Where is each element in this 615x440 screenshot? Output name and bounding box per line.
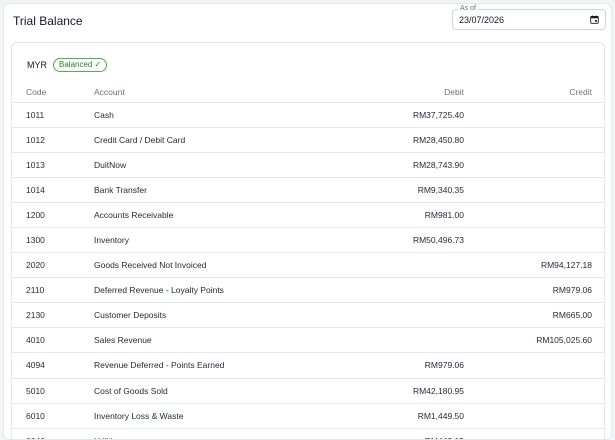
table-row: 2130 Customer Deposits RM665.00 xyxy=(12,302,604,329)
cell-account: Inventory xyxy=(94,227,294,254)
cell-code: 2020 xyxy=(12,252,94,279)
table-row: 4094 Revenue Deferred - Points Earned RM97… xyxy=(12,352,604,379)
cell-debit: RM979.06 xyxy=(294,352,464,379)
cell-code: 1200 xyxy=(12,202,94,228)
table-row: 1014 Bank Transfer RM9,340.35 xyxy=(12,177,604,203)
cell-credit xyxy=(464,152,604,178)
table-row: 6010 Inventory Loss & Waste RM1,449.50 xyxy=(12,403,604,429)
cell-credit: RM665.00 xyxy=(464,302,604,329)
cell-account: Customer Deposits xyxy=(94,302,294,329)
cell-code: 1013 xyxy=(12,152,94,178)
cell-debit: RM28,450.80 xyxy=(294,127,464,153)
trial-balance-page: Trial Balance As of 23/07/2026 MYR Balan… xyxy=(3,3,612,440)
as-of-date-value: 23/07/2026 xyxy=(459,15,505,25)
cell-account: Inventory Loss & Waste xyxy=(94,403,294,429)
page-header: Trial Balance As of 23/07/2026 xyxy=(4,4,611,40)
cell-credit xyxy=(464,378,604,404)
column-header-debit: Debit xyxy=(294,82,464,103)
cell-account: Cost of Goods Sold xyxy=(94,378,294,404)
cell-code: 6010 xyxy=(12,403,94,429)
cell-credit: RM94,127.18 xyxy=(464,252,604,279)
table-row: 1011 Cash RM37,725.40 xyxy=(12,102,604,128)
table-row: 2020 Goods Received Not Invoiced RM94,127.… xyxy=(12,252,604,279)
cell-account: Bank Transfer xyxy=(94,177,294,203)
cell-credit xyxy=(464,102,604,128)
as-of-date-field[interactable]: As of 23/07/2026 xyxy=(452,4,606,30)
check-icon: ✓ xyxy=(94,60,102,69)
cell-credit xyxy=(464,177,604,203)
cell-code: 6040 xyxy=(12,428,94,439)
cell-account: Revenue Deferred - Points Earned xyxy=(94,352,294,379)
cell-debit: RM42,180.95 xyxy=(294,378,464,404)
cell-debit: RM50,496.73 xyxy=(294,227,464,254)
table-row: 1013 DuitNow RM28,743.90 xyxy=(12,152,604,178)
cell-debit: RM37,725.40 xyxy=(294,102,464,128)
cell-credit xyxy=(464,352,604,379)
cell-code: 2110 xyxy=(12,277,94,304)
cell-code: 1014 xyxy=(12,177,94,203)
cell-debit xyxy=(294,302,464,329)
card-header: MYR Balanced ✓ xyxy=(12,43,604,83)
cell-account: Cash xyxy=(94,102,294,128)
table-row: 5010 Cost of Goods Sold RM42,180.95 xyxy=(12,378,604,404)
cell-code: 1011 xyxy=(12,102,94,128)
column-header-credit: Credit xyxy=(464,82,604,103)
status-badge-label: Balanced xyxy=(59,60,93,69)
cell-debit xyxy=(294,277,464,304)
column-header-code: Code xyxy=(12,82,94,103)
cell-code: 4094 xyxy=(12,352,94,379)
cell-debit xyxy=(294,327,464,354)
table-row: 4010 Sales Revenue RM105,025.60 xyxy=(12,327,604,354)
cell-code: 2130 xyxy=(12,302,94,329)
cell-code: 5010 xyxy=(12,378,94,404)
cell-credit xyxy=(464,403,604,429)
cell-debit: RM981.00 xyxy=(294,202,464,228)
cell-credit: RM979.06 xyxy=(464,277,604,304)
cell-credit xyxy=(464,227,604,254)
cell-debit: RM449.15 xyxy=(294,428,464,439)
cell-account: DuitNow xyxy=(94,152,294,178)
cell-account: Deferred Revenue - Loyalty Points xyxy=(94,277,294,304)
cell-credit xyxy=(464,202,604,228)
currency-label: MYR xyxy=(27,60,47,70)
page-title: Trial Balance xyxy=(13,14,83,28)
as-of-label: As of xyxy=(458,4,478,13)
cell-code: 1300 xyxy=(12,227,94,254)
table-row: 1012 Credit Card / Debit Card RM28,450.80 xyxy=(12,127,604,153)
cell-credit xyxy=(464,127,604,153)
table-row: 1200 Accounts Receivable RM981.00 xyxy=(12,202,604,228)
table-row: 6040UtilitiesRM449.15 xyxy=(12,428,604,439)
trial-balance-table: Code Account Debit Credit 1011 Cash RM37,7… xyxy=(12,82,604,439)
cell-account: Utilities xyxy=(94,428,294,439)
table-row: 2110 Deferred Revenue - Loyalty Points RM9… xyxy=(12,277,604,304)
table-header-row: Code Account Debit Credit xyxy=(12,82,604,103)
cell-code: 4010 xyxy=(12,327,94,354)
cell-credit xyxy=(464,428,604,439)
column-header-account: Account xyxy=(94,82,294,103)
trial-balance-card: MYR Balanced ✓ Code Account Debit Credit… xyxy=(11,42,605,439)
status-badge: Balanced ✓ xyxy=(53,58,108,72)
cell-debit: RM1,449.50 xyxy=(294,403,464,429)
cell-credit: RM105,025.60 xyxy=(464,327,604,354)
cell-code: 1012 xyxy=(12,127,94,153)
cell-debit: RM28,743.90 xyxy=(294,152,464,178)
cell-debit: RM9,340.35 xyxy=(294,177,464,203)
cell-account: Goods Received Not Invoiced xyxy=(94,252,294,279)
cell-account: Credit Card / Debit Card xyxy=(94,127,294,153)
calendar-icon[interactable] xyxy=(590,15,599,24)
table-row: 1300 Inventory RM50,496.73 xyxy=(12,227,604,254)
cell-account: Accounts Receivable xyxy=(94,202,294,228)
cell-debit xyxy=(294,252,464,279)
table-body: 1011 Cash RM37,725.40 1012 Credit Card / De… xyxy=(12,102,604,439)
cell-account: Sales Revenue xyxy=(94,327,294,354)
